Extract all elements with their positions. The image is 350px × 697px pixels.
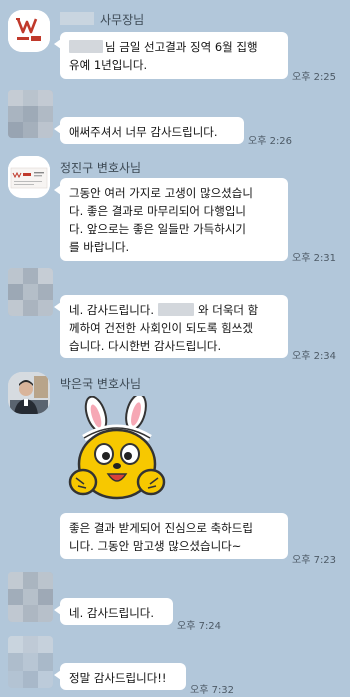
- blurred-avatar[interactable]: [8, 572, 53, 622]
- pixelated-photo-icon: [8, 636, 53, 688]
- law-firm-logo-icon: [8, 10, 50, 52]
- message-line: 다. 앞으로는 좋은 일들만 가득하시기: [69, 222, 246, 236]
- message-line: 님 금일 선고결과 징역 6월 집행: [105, 40, 258, 54]
- message-bubble[interactable]: 네. 감사드립니다. 와 더욱더 함 께하여 건전한 사회인이 되도록 힘쓰겠 습…: [54, 295, 288, 358]
- business-card-icon: [8, 156, 50, 198]
- sender-name: 사무장님: [100, 13, 145, 27]
- sender-name: 정진구 변호사님: [60, 161, 142, 175]
- message-time: 오후 2:34: [292, 351, 337, 362]
- message-line: 애써주셔서 너무 감사드립니다.: [69, 125, 218, 139]
- bunny-ears-emoticon: [62, 393, 172, 508]
- message-line: 네. 감사드립니다.: [69, 303, 155, 317]
- message-line: 다. 좋은 결과로 마무리되어 다행입니: [69, 204, 246, 218]
- message-line: 습니다. 다시한번 감사드립니다.: [69, 339, 222, 353]
- text-redaction: [69, 40, 103, 53]
- message-bubble[interactable]: 정말 감사드립니다!!: [54, 663, 186, 690]
- pixelated-photo-icon: [8, 572, 53, 622]
- sender-name: 박은국 변호사님: [60, 377, 142, 391]
- message-line: 니다. 그동안 맘고생 많으셨습니다~: [69, 539, 242, 553]
- message-bubble[interactable]: 애써주셔서 너무 감사드립니다.: [54, 117, 244, 144]
- message-time: 오후 2:31: [292, 253, 337, 264]
- message-time: 오후 2:26: [248, 136, 293, 147]
- message-line: 그동안 여러 가지로 고생이 많으셨습니: [69, 186, 253, 200]
- blurred-avatar[interactable]: [8, 636, 53, 688]
- message-line: 네. 감사드립니다.: [69, 606, 155, 620]
- message-time: 오후 2:25: [292, 72, 337, 83]
- message-bubble[interactable]: 님 금일 선고결과 징역 6월 집행 유예 1년입니다.: [54, 32, 288, 79]
- message-time: 오후 7:24: [177, 621, 222, 632]
- person-photo-icon: [8, 372, 50, 414]
- message-bubble[interactable]: 좋은 결과 받게되어 진심으로 축하드립 니다. 그동안 맘고생 많으셨습니다~: [60, 513, 288, 559]
- bunny-ears-emoticon-icon: [68, 393, 166, 500]
- pixelated-photo-icon: [8, 268, 53, 316]
- message-line: 와 더욱더 함: [198, 303, 259, 317]
- person-photo-avatar[interactable]: [8, 372, 50, 414]
- business-card-avatar[interactable]: [8, 156, 50, 198]
- sender-name-redaction: [60, 12, 94, 25]
- message-time: 오후 7:23: [292, 555, 337, 566]
- message-line: 정말 감사드립니다!!: [69, 671, 167, 685]
- message-line: 유예 1년입니다.: [69, 58, 148, 72]
- text-redaction: [158, 303, 195, 316]
- message-bubble[interactable]: 그동안 여러 가지로 고생이 많으셨습니 다. 좋은 결과로 마무리되어 다행입…: [54, 178, 288, 261]
- message-time: 오후 7:32: [190, 685, 235, 696]
- blurred-avatar[interactable]: [8, 90, 53, 138]
- message-bubble[interactable]: 네. 감사드립니다.: [54, 598, 173, 625]
- pixelated-photo-icon: [8, 90, 53, 138]
- blurred-avatar[interactable]: [8, 268, 53, 316]
- message-line: 를 바랍니다.: [69, 240, 130, 254]
- law-firm-logo-avatar[interactable]: [8, 10, 50, 52]
- message-line: 좋은 결과 받게되어 진심으로 축하드립: [69, 521, 253, 535]
- message-line: 께하여 건전한 사회인이 되도록 힘쓰겠: [69, 321, 253, 335]
